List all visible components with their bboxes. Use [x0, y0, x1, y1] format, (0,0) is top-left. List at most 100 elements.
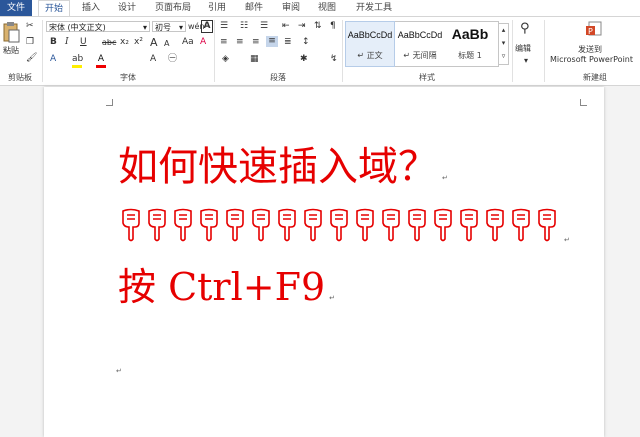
- style-name: ↵ 无间隔: [403, 51, 437, 60]
- powerpoint-label[interactable]: Microsoft PowerPoint: [550, 54, 633, 65]
- borders-icon[interactable]: ▦: [250, 54, 259, 65]
- separator: [512, 20, 513, 82]
- tab-layout[interactable]: 页面布局: [155, 0, 191, 16]
- case-button[interactable]: Aa: [182, 37, 194, 48]
- pointing-down-hand-icon: [408, 208, 426, 242]
- paste-icon[interactable]: [2, 21, 20, 43]
- tab-mailings[interactable]: 邮件: [245, 0, 263, 16]
- tab-file[interactable]: 文件: [0, 0, 32, 16]
- increase-indent-icon[interactable]: ⇥: [298, 21, 306, 32]
- tab-design[interactable]: 设计: [118, 0, 136, 16]
- style-name: 标题 1: [458, 51, 482, 60]
- pointing-down-hand-icon: [512, 208, 530, 242]
- tab-developer[interactable]: 开发工具: [356, 0, 392, 16]
- enclose-char-icon[interactable]: ㊀: [168, 54, 177, 65]
- char-shade-icon[interactable]: A: [150, 54, 156, 65]
- bullets-icon[interactable]: ☰: [220, 21, 228, 32]
- pointing-down-hand-icon: [174, 208, 192, 242]
- justify-icon[interactable]: ≡: [266, 36, 278, 47]
- pointing-down-hand-icon: [460, 208, 478, 242]
- corner-mark: [580, 99, 587, 106]
- pointing-down-hand-icon: [356, 208, 374, 242]
- styles-gallery: AaBbCcDd ↵ 正文 AaBbCcDd ↵ 无间隔 AaBb 标题 1: [345, 21, 499, 67]
- paragraph-mark: ↵: [442, 174, 448, 182]
- ribbon-tabs: 文件 开始 插入 设计 页面布局 引用 邮件 审阅 视图 开发工具: [0, 0, 640, 17]
- powerpoint-icon[interactable]: P: [586, 21, 602, 37]
- document-page[interactable]: 如何快速插入域？ ↵ ↵ 按 Ctrl+F9 ↵ ↵: [44, 87, 604, 437]
- separator: [42, 20, 43, 82]
- separator: [214, 20, 215, 82]
- subscript-button[interactable]: x₂: [120, 37, 129, 48]
- doc-line-2-hands[interactable]: ↵: [118, 208, 570, 244]
- highlight-icon[interactable]: ab: [72, 54, 83, 68]
- pointing-down-hand-icon: [382, 208, 400, 242]
- pointing-down-hand-icon: [304, 208, 322, 242]
- multilevel-list-icon[interactable]: ☰: [260, 21, 268, 32]
- font-name-value: 宋体 (中文正文): [49, 23, 106, 32]
- font-name-select[interactable]: 宋体 (中文正文) ▾: [46, 21, 150, 32]
- gallery-scroll[interactable]: ▴ ▾ ▿: [498, 23, 509, 65]
- chevron-down-icon: ▾: [178, 23, 183, 32]
- style-normal[interactable]: AaBbCcDd ↵ 正文: [345, 21, 395, 67]
- strikethrough-button[interactable]: abc: [102, 37, 116, 48]
- pointing-down-hand-icon: [278, 208, 296, 242]
- style-no-spacing[interactable]: AaBbCcDd ↵ 无间隔: [396, 22, 444, 66]
- sort-icon[interactable]: ⇅: [314, 21, 322, 32]
- char-border-icon[interactable]: A: [201, 20, 213, 33]
- pointing-down-hand-icon: [226, 208, 244, 242]
- chevron-down-icon: ▾: [142, 23, 147, 32]
- style-heading-1[interactable]: AaBb 标题 1: [446, 22, 498, 66]
- shrink-font-button[interactable]: A: [164, 38, 169, 49]
- tab-references[interactable]: 引用: [208, 0, 226, 16]
- doc-line-3[interactable]: 按 Ctrl+F9 ↵: [118, 265, 335, 320]
- pointing-down-hand-icon: [252, 208, 270, 242]
- italic-button[interactable]: I: [65, 37, 69, 48]
- doc-line-1[interactable]: 如何快速插入域？ ↵: [118, 143, 448, 202]
- pointing-down-hand-icon: [486, 208, 504, 242]
- align-center-icon[interactable]: ≡: [236, 37, 244, 48]
- paragraph-mark: ↵: [116, 367, 122, 375]
- format-painter-icon[interactable]: 🖌: [26, 53, 37, 64]
- ribbon: 粘贴 ✂ ❐ 🖌 剪贴板 宋体 (中文正文) ▾ 初号 ▾ wén A B I U …: [0, 16, 640, 86]
- paste-label[interactable]: 粘贴: [0, 45, 22, 56]
- show-marks-icon[interactable]: ¶: [330, 21, 336, 32]
- editing-button[interactable]: 编辑: [515, 43, 531, 54]
- numbering-icon[interactable]: ☷: [240, 21, 248, 32]
- tab-home[interactable]: 开始: [38, 0, 70, 17]
- shading-icon[interactable]: ◈: [222, 54, 229, 65]
- line-1-text: 如何快速插入域？: [118, 144, 438, 190]
- bold-button[interactable]: B: [50, 37, 57, 48]
- font-group-label: 字体: [120, 73, 136, 82]
- font-size-value: 初号: [155, 23, 171, 32]
- separator: [342, 20, 343, 82]
- copy-icon[interactable]: ❐: [26, 37, 34, 48]
- style-preview: AaBb: [451, 26, 489, 42]
- tab-insert[interactable]: 插入: [82, 0, 100, 16]
- style-name: ↵ 正文: [357, 51, 383, 60]
- grow-font-button[interactable]: A: [150, 37, 158, 48]
- align-left-icon[interactable]: ≡: [220, 37, 228, 48]
- binoculars-icon[interactable]: ⚲: [520, 22, 530, 35]
- clear-format-icon[interactable]: A: [200, 37, 206, 48]
- pointing-down-hand-icon: [148, 208, 166, 242]
- text-effect-icon[interactable]: A: [50, 54, 56, 65]
- tab-view[interactable]: 视图: [318, 0, 336, 16]
- pointing-down-hand-icon: [538, 208, 556, 242]
- svg-text:P: P: [588, 27, 593, 36]
- align-right-icon[interactable]: ≡: [252, 37, 260, 48]
- cut-icon[interactable]: ✂: [26, 21, 34, 32]
- tab-review[interactable]: 审阅: [282, 0, 300, 16]
- paragraph-group-label: 段落: [270, 73, 286, 82]
- decrease-indent-icon[interactable]: ⇤: [282, 21, 290, 32]
- font-size-select[interactable]: 初号 ▾: [152, 21, 186, 32]
- line-spacing-icon[interactable]: ↕: [302, 37, 310, 48]
- superscript-button[interactable]: x²: [134, 37, 143, 48]
- distribute-icon[interactable]: ≣: [284, 37, 292, 48]
- separator: [544, 20, 545, 82]
- font-color-icon[interactable]: A: [96, 54, 106, 68]
- line-3-text: 按 Ctrl+F9: [118, 265, 326, 309]
- sort-icon-2[interactable]: ↯: [330, 54, 338, 65]
- underline-button[interactable]: U: [80, 37, 87, 48]
- corner-mark: [106, 99, 113, 106]
- chinese-layout-icon[interactable]: ✱: [300, 54, 308, 65]
